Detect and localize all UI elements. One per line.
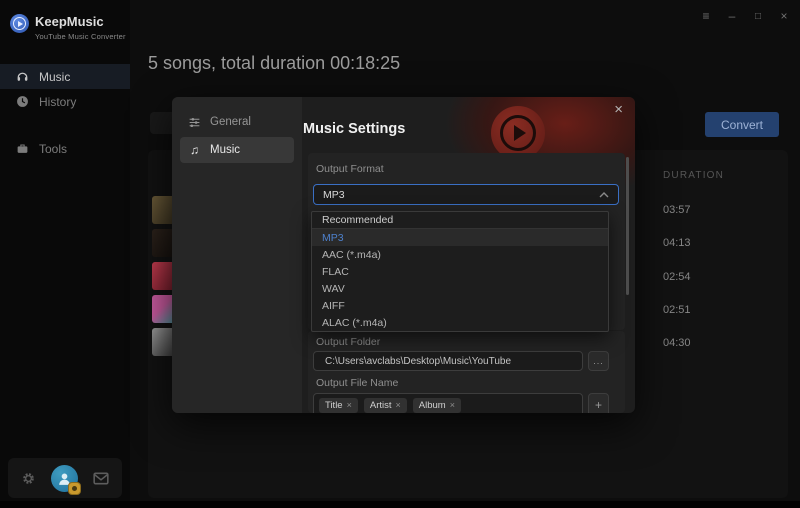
app-tagline: YouTube Music Converter [35,32,126,41]
tag-label: Artist [369,399,392,411]
remove-tag-icon[interactable]: × [450,400,455,410]
dropdown-option-mp3[interactable]: MP3 [312,229,608,246]
remove-tag-icon[interactable]: × [396,400,401,410]
dropdown-group-recommended: Recommended [312,212,608,229]
tab-general[interactable]: General [180,109,294,135]
dialog-sidebar: General ♫ Music [172,97,302,413]
titlebar-controls: ≡ – □ × [698,8,792,24]
tag-label: Title [325,399,343,411]
sidebar-nav: Music History Tools [0,64,130,161]
output-folder-input[interactable] [313,351,583,371]
tag-label: Album [418,399,446,411]
close-dialog-icon[interactable]: × [614,101,623,118]
browse-folder-button[interactable]: ... [588,351,609,371]
tag-artist[interactable]: Artist × [363,397,407,413]
tab-label: General [210,116,251,128]
gear-icon[interactable] [21,471,36,486]
chevron-up-icon [599,191,609,198]
add-tag-button[interactable]: + [588,393,609,413]
sidebar-item-label: History [39,94,77,109]
duration-column-header: DURATION [663,170,725,181]
settings-dialog: General ♫ Music Music Settings × Output … [172,97,635,413]
remove-tag-icon[interactable]: × [347,400,352,410]
youtube-music-play-icon [491,106,545,160]
clock-icon [16,95,29,108]
tag-title[interactable]: Title × [319,397,358,413]
account-badge-icon [68,481,81,495]
song-duration: 02:54 [663,271,691,283]
dropdown-option-alac[interactable]: ALAC (*.m4a) [312,314,608,331]
output-folder-label: Output Folder [316,336,381,348]
sidebar-item-music[interactable]: Music [0,64,130,89]
output-format-dropdown: Recommended MP3 AAC (*.m4a) FLAC WAV AIF… [311,211,609,332]
dialog-scrollbar[interactable] [626,157,629,295]
maximize-icon[interactable]: □ [750,8,766,24]
music-note-icon: ♫ [190,143,199,157]
app-window: ≡ – □ × KeepMusic YouTube Music Converte… [0,0,800,508]
sidebar-item-tools[interactable]: Tools [0,136,130,161]
app-logo: KeepMusic YouTube Music Converter [0,0,130,41]
sidebar-item-label: Music [39,69,71,84]
dropdown-option-aac[interactable]: AAC (*.m4a) [312,246,608,263]
headphones-icon [16,70,29,83]
convert-button[interactable]: Convert [705,112,779,137]
tab-music[interactable]: ♫ Music [180,137,294,163]
toolbox-icon [16,142,29,155]
dropdown-option-flac[interactable]: FLAC [312,263,608,280]
avatar[interactable] [51,464,81,495]
sidebar-item-history[interactable]: History [0,89,130,114]
close-window-icon[interactable]: × [776,8,792,24]
sidebar: KeepMusic YouTube Music Converter Music … [0,0,130,508]
sliders-icon [188,116,201,129]
menu-icon[interactable]: ≡ [698,8,714,24]
mail-icon[interactable] [93,472,109,485]
dropdown-option-aiff[interactable]: AIFF [312,297,608,314]
sidebar-item-label: Tools [39,141,68,156]
window-bottom-edge [0,501,800,508]
tag-album[interactable]: Album × [412,397,461,413]
output-file-name-label: Output File Name [316,377,399,389]
tab-label: Music [210,144,241,156]
account-panel [8,458,122,498]
dialog-title: Music Settings [303,121,406,137]
minimize-icon[interactable]: – [724,8,740,24]
song-duration: 04:13 [663,237,691,249]
song-duration: 04:30 [663,337,691,349]
song-duration: 02:51 [663,304,691,316]
app-name: KeepMusic [35,14,104,29]
output-panel: Output Folder ... Output File Name Title… [308,331,625,413]
output-format-value: MP3 [323,188,345,201]
output-format-label: Output Format [316,163,384,175]
output-format-select[interactable]: MP3 [313,184,619,205]
page-title: 5 songs, total duration 00:18:25 [148,53,401,73]
file-name-tags-input[interactable]: Title × Artist × Album × [313,393,583,413]
play-logo-icon [10,14,29,33]
dropdown-option-wav[interactable]: WAV [312,280,608,297]
song-duration: 03:57 [663,204,691,216]
